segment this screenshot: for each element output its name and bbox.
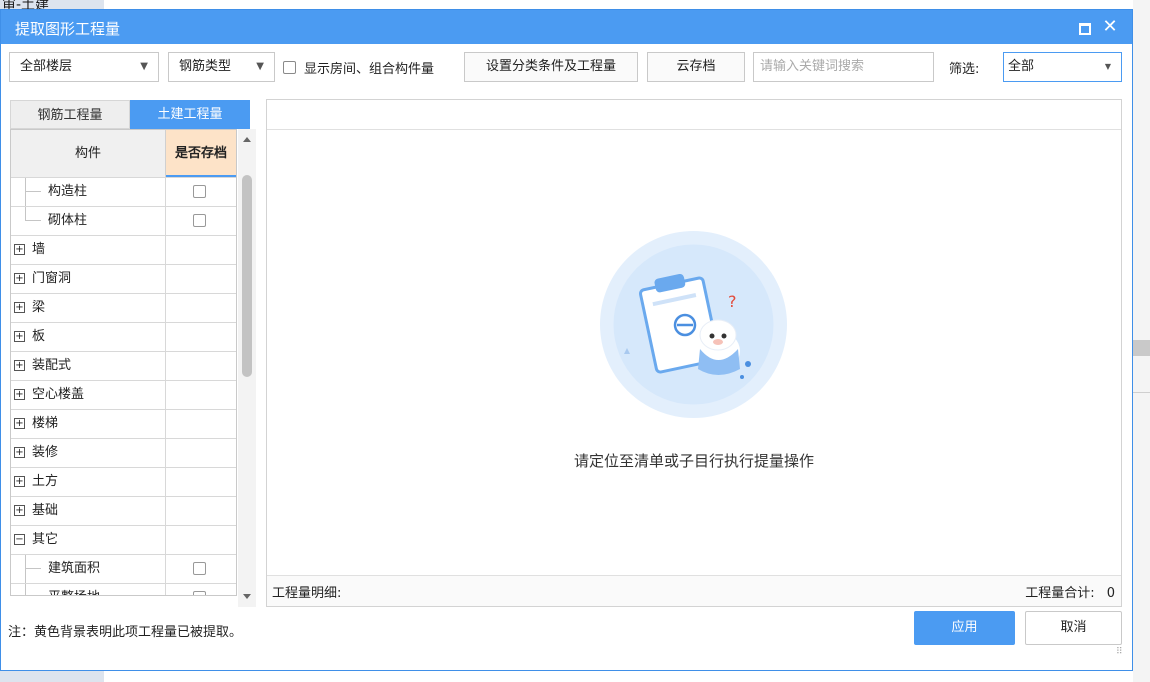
rebar-type-select[interactable]: 钢筋类型 ▼ <box>168 52 275 82</box>
tree-row-qitizhu[interactable]: 砌体柱 <box>11 206 236 235</box>
expand-icon[interactable]: + <box>14 505 25 516</box>
archive-checkbox[interactable] <box>193 562 206 575</box>
tree-row-jianzhumianji[interactable]: 建筑面积 <box>11 554 236 583</box>
archive-checkbox[interactable] <box>193 591 206 595</box>
tree-row-goujianzhu[interactable]: 构造柱 <box>11 177 236 206</box>
show-rooms-label[interactable]: 显示房间、组合构件量 <box>304 58 434 77</box>
row-label: 砌体柱 <box>48 213 88 228</box>
expand-icon[interactable]: + <box>14 360 25 371</box>
row-label: 建筑面积 <box>48 561 101 576</box>
header-archived[interactable]: 是否存档 <box>166 130 236 177</box>
total-value: 0 <box>1106 586 1115 601</box>
background-divider <box>1133 392 1150 393</box>
quantity-detail-panel: ? 请定位至清单或子目行执行提量操作 工程量明细: 工程量合计: 0 <box>266 99 1122 607</box>
expand-icon[interactable]: + <box>14 447 25 458</box>
expand-icon[interactable]: + <box>14 476 25 487</box>
row-label: 土方 <box>32 474 59 489</box>
close-icon[interactable]: ✕ <box>1099 16 1121 38</box>
row-label: 其它 <box>32 532 59 547</box>
tree-header: 构件 是否存档 <box>11 130 236 177</box>
tree-row-zhuangpeishi[interactable]: + 装配式 <box>11 351 236 380</box>
tree-scrollbar[interactable] <box>238 129 256 607</box>
filter-label: 筛选: <box>949 62 980 77</box>
detail-label: 工程量明细: <box>272 586 342 601</box>
tree-row-pingzhengchangdi[interactable]: 平整场地 <box>11 583 236 595</box>
expand-icon[interactable]: + <box>14 273 25 284</box>
floor-select-value: 全部楼层 <box>20 59 73 74</box>
tree-row-zhuangxiu[interactable]: + 装修 <box>11 438 236 467</box>
floor-select[interactable]: 全部楼层 ▼ <box>9 52 159 82</box>
expand-icon[interactable]: + <box>14 418 25 429</box>
row-label: 板 <box>32 329 46 344</box>
svg-text:?: ? <box>728 292 737 311</box>
row-label: 梁 <box>32 300 46 315</box>
chevron-down-icon: ▼ <box>1104 62 1111 71</box>
row-label: 门窗洞 <box>32 271 72 286</box>
expand-icon[interactable]: + <box>14 302 25 313</box>
expand-icon[interactable]: + <box>14 244 25 255</box>
empty-state-message: 请定位至清单或子目行执行提量操作 <box>573 452 814 470</box>
tab-civil-quantity[interactable]: 土建工程量 <box>130 100 250 129</box>
tree-row-liang[interactable]: + 梁 <box>11 293 236 322</box>
chevron-down-icon: ▼ <box>256 61 264 72</box>
row-label: 构造柱 <box>48 184 88 199</box>
cloud-archive-button[interactable]: 云存档 <box>647 52 745 82</box>
background-scroll-strip <box>1133 340 1150 356</box>
expand-icon[interactable]: + <box>14 331 25 342</box>
resize-grip-icon[interactable]: ⠿ <box>1116 647 1123 657</box>
tree-row-kongxinlougai[interactable]: + 空心楼盖 <box>11 380 236 409</box>
dialog-titlebar[interactable]: 提取图形工程量 ✕ <box>1 10 1132 44</box>
filter-select[interactable]: 全部 ▼ <box>1003 52 1122 82</box>
scroll-down-icon[interactable] <box>243 594 251 599</box>
total-label: 工程量合计: <box>1025 586 1095 601</box>
row-label: 基础 <box>32 503 59 518</box>
scroll-up-icon[interactable] <box>243 137 251 142</box>
show-rooms-checkbox[interactable] <box>283 61 296 74</box>
row-label: 装配式 <box>32 358 72 373</box>
tree-row-jichu[interactable]: + 基础 <box>11 496 236 525</box>
row-label: 墙 <box>32 242 46 257</box>
detail-footer: 工程量明细: 工程量合计: 0 <box>267 575 1121 606</box>
tree-row-louti[interactable]: + 楼梯 <box>11 409 236 438</box>
maximize-icon[interactable] <box>1073 16 1095 38</box>
tree-row-tufang[interactable]: + 土方 <box>11 467 236 496</box>
apply-button[interactable]: 应用 <box>914 611 1015 645</box>
dialog-title: 提取图形工程量 <box>15 20 121 38</box>
tree-row-qita[interactable]: − 其它 <box>11 525 236 554</box>
search-input[interactable]: 请输入关键词搜索 <box>753 52 934 82</box>
set-conditions-button[interactable]: 设置分类条件及工程量 <box>464 52 638 82</box>
expand-icon[interactable]: + <box>14 389 25 400</box>
archive-checkbox[interactable] <box>193 214 206 227</box>
row-label: 空心楼盖 <box>32 387 85 402</box>
tab-rebar-quantity[interactable]: 钢筋工程量 <box>10 100 130 129</box>
rebar-type-value: 钢筋类型 <box>179 59 232 74</box>
chevron-down-icon: ▼ <box>140 61 148 72</box>
tree-row-ban[interactable]: + 板 <box>11 322 236 351</box>
tree-row-menchuangdong[interactable]: + 门窗洞 <box>11 264 236 293</box>
tree-row-qiang[interactable]: + 墙 <box>11 235 236 264</box>
detail-header-strip <box>267 100 1121 130</box>
row-label: 装修 <box>32 445 59 460</box>
collapse-icon[interactable]: − <box>14 534 25 545</box>
component-tree-table: 构件 是否存档 构造柱 砌体柱 + 墙 + 门窗洞 + 梁 + 板 + 装配式 <box>10 129 237 596</box>
row-label: 平整场地 <box>48 584 100 595</box>
footer-note: 注：黄色背景表明此项工程量已被提取。 <box>8 625 243 640</box>
empty-state-illustration-icon: ? <box>600 231 787 418</box>
header-component[interactable]: 构件 <box>11 130 166 177</box>
total-readout: 工程量合计: 0 <box>1025 582 1115 601</box>
scroll-thumb[interactable] <box>242 175 252 377</box>
cancel-button[interactable]: 取消 <box>1025 611 1122 645</box>
archive-checkbox[interactable] <box>193 185 206 198</box>
filter-select-value: 全部 <box>1008 59 1035 74</box>
row-label: 楼梯 <box>32 416 59 431</box>
background-app-edge <box>1133 0 1150 682</box>
